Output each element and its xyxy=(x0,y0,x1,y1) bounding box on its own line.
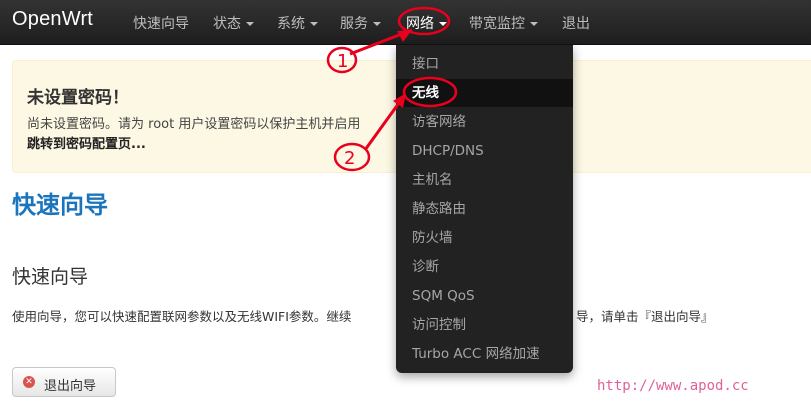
exit-wizard-button[interactable]: ✕ 退出向导 xyxy=(12,367,116,397)
caret-down-icon xyxy=(246,22,254,26)
nav-item-status[interactable]: 状态 xyxy=(213,13,254,33)
menu-item-dhcp-dns[interactable]: DHCP/DNS xyxy=(396,137,573,165)
menu-item-diagnostics[interactable]: 诊断 xyxy=(396,253,573,281)
wizard-description-tail: 导，请单击『退出向导』 xyxy=(576,309,714,324)
menu-item-access-control[interactable]: 访问控制 xyxy=(396,311,573,339)
menu-item-guest-network[interactable]: 访客网络 xyxy=(396,108,573,136)
menu-item-sqm-qos[interactable]: SQM QoS xyxy=(396,282,573,310)
wizard-description: 使用向导，您可以快速配置联网参数以及无线WIFI参数。继续 xyxy=(12,309,352,324)
nav-item-quick-wizard[interactable]: 快速向导 xyxy=(133,13,189,33)
nav-item-services[interactable]: 服务 xyxy=(340,13,381,33)
section-title: 快速向导 xyxy=(12,266,89,288)
menu-item-turbo-acc[interactable]: Turbo ACC 网络加速 xyxy=(396,340,573,368)
top-navbar: OpenWrt 快速向导 状态 系统 服务 网络 带宽监控 退出 xyxy=(0,0,811,45)
caret-down-icon xyxy=(439,22,447,26)
nav-item-label: 网络 xyxy=(406,16,434,32)
menu-item-wireless[interactable]: 无线 xyxy=(396,79,573,107)
page-title: 快速向导 xyxy=(12,191,108,219)
caret-down-icon xyxy=(373,22,381,26)
password-config-link[interactable]: 跳转到密码配置页... xyxy=(27,133,146,152)
close-circle-icon: ✕ xyxy=(23,376,35,388)
nav-item-label: 服务 xyxy=(340,16,368,32)
nav-item-label: 快速向导 xyxy=(133,16,189,32)
menu-item-firewall[interactable]: 防火墙 xyxy=(396,224,573,252)
menu-item-hostnames[interactable]: 主机名 xyxy=(396,166,573,194)
network-dropdown-menu: 接口 无线 访客网络 DHCP/DNS 主机名 静态路由 防火墙 诊断 SQM … xyxy=(396,45,573,373)
brand-logo[interactable]: OpenWrt xyxy=(12,8,93,31)
menu-item-static-routes[interactable]: 静态路由 xyxy=(396,195,573,223)
watermark-text: http://www.apod.cc xyxy=(597,378,749,394)
nav-item-label: 系统 xyxy=(277,16,305,32)
nav-item-label: 状态 xyxy=(213,16,241,32)
nav-item-logout[interactable]: 退出 xyxy=(562,13,590,33)
nav-item-label: 带宽监控 xyxy=(469,16,525,32)
caret-down-icon xyxy=(310,22,318,26)
caret-down-icon xyxy=(530,22,538,26)
alert-title: 未设置密码！ xyxy=(27,88,129,108)
menu-item-interfaces[interactable]: 接口 xyxy=(396,50,573,78)
nav-item-network[interactable]: 网络 xyxy=(406,13,447,33)
alert-text: 尚未设置密码。请为 root 用户设置密码以保护主机并启用 xyxy=(27,117,361,132)
nav-item-bandwidth-monitor[interactable]: 带宽监控 xyxy=(469,13,538,33)
nav-item-label: 退出 xyxy=(562,16,590,32)
nav-item-system[interactable]: 系统 xyxy=(277,13,318,33)
exit-wizard-label: 退出向导 xyxy=(44,379,97,394)
